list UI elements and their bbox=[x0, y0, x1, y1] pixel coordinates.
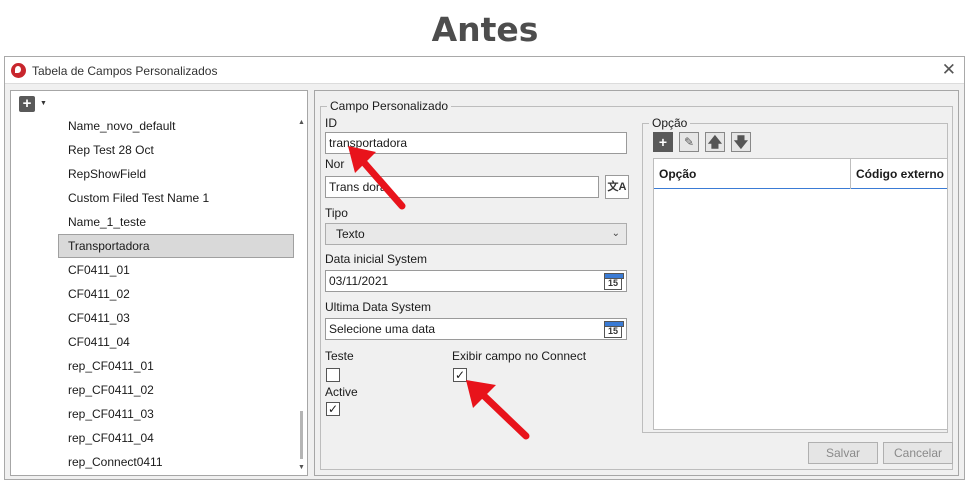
edit-icon[interactable]: ✎ bbox=[679, 132, 699, 152]
cancel-button[interactable]: Cancelar bbox=[883, 442, 953, 464]
chevron-down-icon: ⌄ bbox=[611, 228, 620, 239]
list-item[interactable]: Transportadora bbox=[58, 234, 294, 258]
list-item[interactable]: rep_Connect0411 bbox=[58, 450, 294, 474]
teste-label: Teste bbox=[325, 349, 354, 363]
opcao-group-title: Opção bbox=[649, 116, 691, 130]
column-divider bbox=[850, 159, 851, 189]
list-item[interactable]: Name_1_teste bbox=[58, 210, 294, 234]
plus-icon: + bbox=[19, 96, 35, 112]
data-inicial-value: 03/11/2021 bbox=[329, 274, 389, 288]
column-header-codigo-externo[interactable]: Código externo bbox=[856, 167, 944, 181]
list-item[interactable]: rep_CF0411_04 bbox=[58, 426, 294, 450]
tipo-select-value: Texto bbox=[336, 227, 365, 241]
close-icon[interactable]: ✕ bbox=[942, 60, 956, 80]
scroll-down-icon[interactable]: ▼ bbox=[298, 464, 305, 471]
id-label: ID bbox=[325, 116, 337, 130]
list-item[interactable]: RepShowField bbox=[58, 162, 294, 186]
annotation-arrow-icon bbox=[348, 146, 406, 210]
page-heading: Antes bbox=[431, 10, 539, 49]
title-bar: Tabela de Campos Personalizados ✕ bbox=[5, 57, 964, 84]
column-header-opcao[interactable]: Opção bbox=[659, 167, 696, 181]
list-item[interactable]: CF0411_03 bbox=[58, 306, 294, 330]
arrow-down-icon[interactable]: 🡇 bbox=[731, 132, 751, 152]
custom-field-list: Name_novo_default Rep Test 28 Oct RepShowF… bbox=[58, 114, 294, 474]
translate-button[interactable]: 文A bbox=[605, 175, 629, 199]
data-inicial-input[interactable]: 03/11/2021 15 bbox=[325, 270, 627, 292]
exibir-connect-label: Exibir campo no Connect bbox=[452, 349, 587, 363]
active-label: Active bbox=[325, 385, 358, 399]
list-item[interactable]: rep_CF0411_03 bbox=[58, 402, 294, 426]
list-item[interactable]: rep_CF0411_02 bbox=[58, 378, 294, 402]
ultima-data-input[interactable]: Selecione uma data 15 bbox=[325, 318, 627, 340]
plus-icon[interactable]: + bbox=[653, 132, 673, 152]
add-field-dropdown[interactable]: + ▼ bbox=[19, 96, 49, 112]
app-logo-icon bbox=[11, 63, 26, 78]
grid-header: Opção Código externo bbox=[654, 159, 947, 189]
chevron-down-icon: ▼ bbox=[40, 100, 47, 107]
annotation-arrow-icon bbox=[466, 380, 530, 440]
scrollbar-thumb[interactable] bbox=[300, 411, 303, 459]
translate-icon: 文A bbox=[607, 181, 627, 193]
ultima-data-placeholder: Selecione uma data bbox=[329, 322, 436, 336]
window-title: Tabela de Campos Personalizados bbox=[32, 64, 218, 78]
list-item[interactable]: Rep Test 28 Oct bbox=[58, 138, 294, 162]
arrow-up-icon[interactable]: 🡅 bbox=[705, 132, 725, 152]
list-item[interactable]: rep_CF0411_01 bbox=[58, 354, 294, 378]
scroll-up-icon[interactable]: ▲ bbox=[298, 119, 305, 126]
tipo-select[interactable]: Texto ⌄ bbox=[325, 223, 627, 245]
data-inicial-label: Data inicial System bbox=[325, 252, 428, 266]
list-item[interactable]: Name_novo_default bbox=[58, 114, 294, 138]
list-item[interactable]: Custom Filed Test Name 1 bbox=[58, 186, 294, 210]
list-item[interactable]: CF0411_01 bbox=[58, 258, 294, 282]
custom-field-list-panel: + ▼ Name_novo_default Rep Test 28 Oct RepS… bbox=[10, 90, 308, 476]
opcao-grid[interactable]: Opção Código externo bbox=[653, 158, 948, 430]
custom-field-group-title: Campo Personalizado bbox=[327, 99, 452, 113]
ultima-data-label: Ultima Data System bbox=[325, 300, 432, 314]
calendar-icon[interactable]: 15 bbox=[604, 321, 624, 338]
save-button[interactable]: Salvar bbox=[808, 442, 878, 464]
active-checkbox[interactable]: ✓ bbox=[326, 402, 340, 416]
list-item[interactable]: CF0411_02 bbox=[58, 282, 294, 306]
calendar-icon[interactable]: 15 bbox=[604, 273, 624, 290]
list-item[interactable]: CF0411_04 bbox=[58, 330, 294, 354]
teste-checkbox[interactable] bbox=[326, 368, 340, 382]
